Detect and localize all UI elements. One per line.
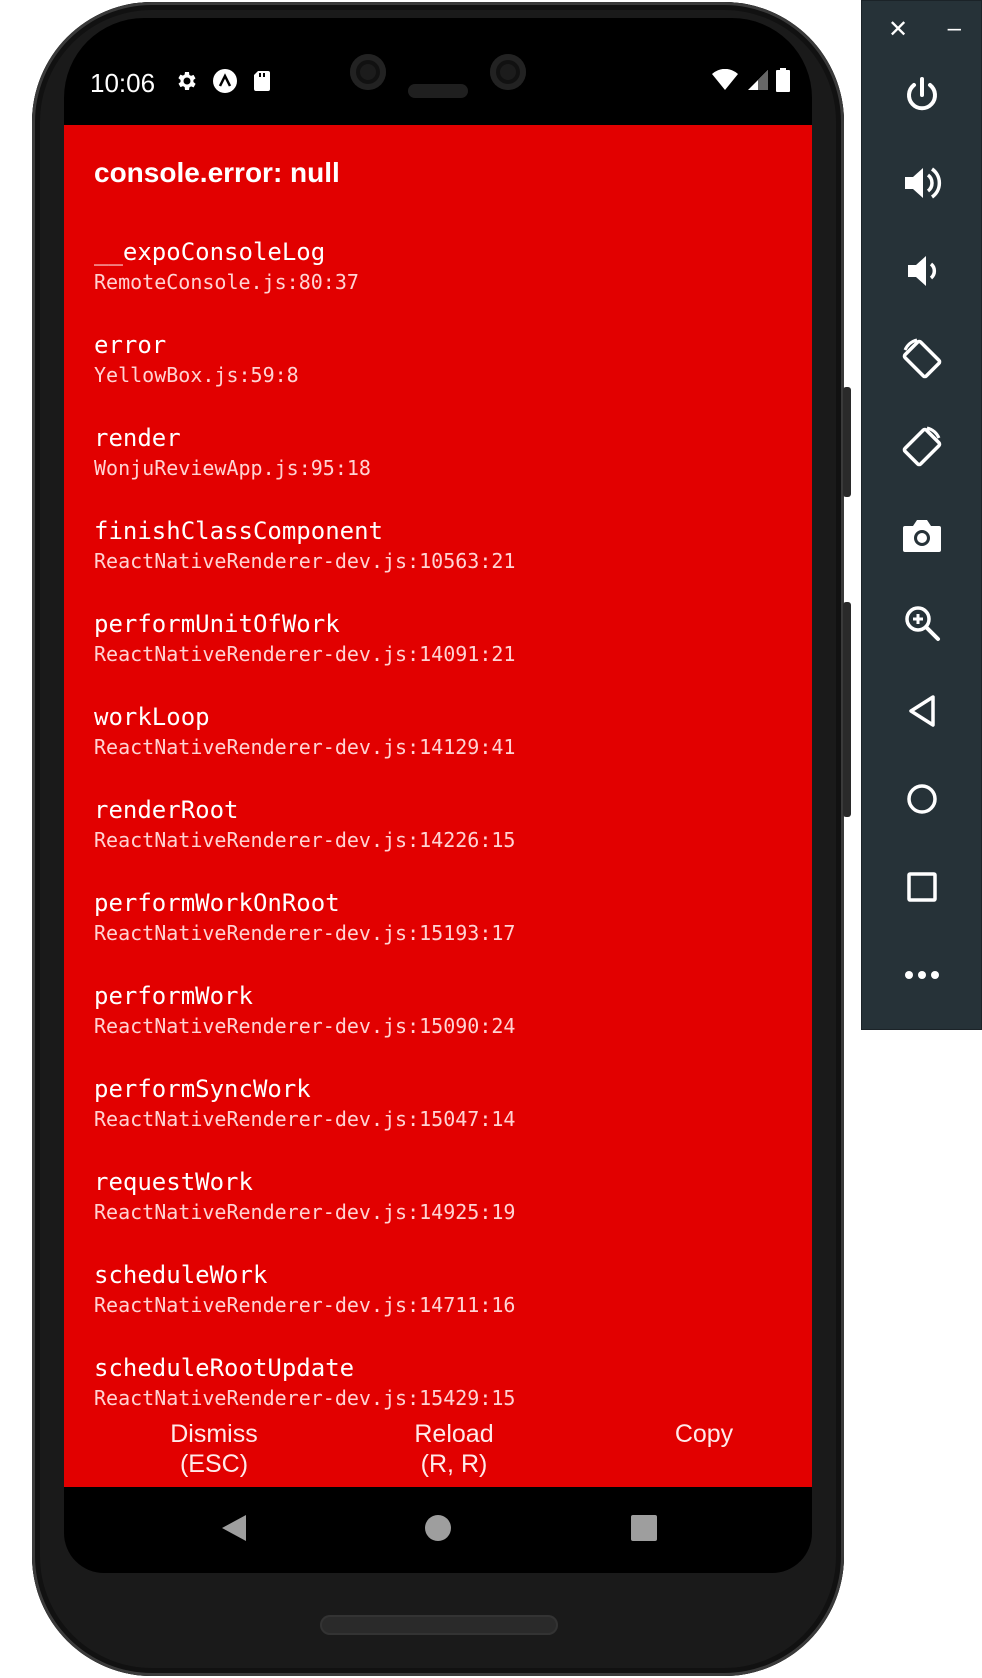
screenshot-button[interactable] xyxy=(898,513,946,561)
stack-frame[interactable]: performWork ReactNativeRenderer-dev.js:15… xyxy=(94,981,792,1074)
camera-icon xyxy=(901,516,943,559)
zoom-icon xyxy=(902,603,942,648)
back-button[interactable] xyxy=(898,689,946,737)
frame-location: WonjuReviewApp.js:95:18 xyxy=(94,456,371,480)
dismiss-label: Dismiss xyxy=(170,1420,258,1448)
dismiss-button[interactable]: Dismiss (ESC) xyxy=(144,1419,284,1479)
power-side-button xyxy=(843,387,851,497)
power-button[interactable] xyxy=(898,73,946,121)
bottom-speaker-grille xyxy=(320,1615,558,1635)
volume-up-button[interactable] xyxy=(898,161,946,209)
frame-location: ReactNativeRenderer-dev.js:15047:14 xyxy=(94,1107,516,1131)
frame-function: performSyncWork xyxy=(94,1075,311,1103)
rotate-left-icon xyxy=(899,336,945,387)
stack-frame[interactable]: performWorkOnRoot ReactNativeRenderer-dev… xyxy=(94,888,792,981)
stack-frame[interactable]: requestWork ReactNativeRenderer-dev.js:14… xyxy=(94,1167,792,1260)
stack-frame[interactable]: scheduleWork ReactNativeRenderer-dev.js:1… xyxy=(94,1260,792,1353)
frame-function: performWork xyxy=(94,982,253,1010)
stack-frame[interactable]: error YellowBox.js:59:8 xyxy=(94,330,792,423)
home-icon xyxy=(905,782,939,821)
frame-function: workLoop xyxy=(94,703,210,731)
frame-function: __expoConsoleLog xyxy=(94,238,326,266)
recents-square-icon xyxy=(630,1514,658,1547)
frame-function: requestWork xyxy=(94,1168,253,1196)
frame-location: ReactNativeRenderer-dev.js:15193:17 xyxy=(94,921,516,945)
zoom-button[interactable] xyxy=(898,601,946,649)
back-triangle-icon xyxy=(220,1513,248,1548)
reload-button[interactable]: Reload (R, R) xyxy=(394,1419,514,1479)
frame-location: ReactNativeRenderer-dev.js:15429:15 xyxy=(94,1386,516,1410)
status-time: 10:06 xyxy=(90,68,156,98)
status-bar: 10:06 xyxy=(64,30,812,125)
frame-function: performWorkOnRoot xyxy=(94,889,340,917)
sd-card-icon xyxy=(252,69,272,98)
stack-frame[interactable]: performUnitOfWork ReactNativeRenderer-dev… xyxy=(94,609,792,702)
overview-button[interactable] xyxy=(898,865,946,913)
stack-frame[interactable]: workLoop ReactNativeRenderer-dev.js:14129… xyxy=(94,702,792,795)
front-camera-right xyxy=(490,54,526,90)
error-title: console.error: null xyxy=(94,157,340,188)
earpiece-speaker xyxy=(408,84,468,98)
volume-up-icon xyxy=(901,163,943,208)
redbox-actions: Dismiss (ESC) Reload (R, R) Copy xyxy=(64,1413,812,1488)
frame-function: scheduleRootUpdate xyxy=(94,1354,355,1382)
redbox-error-screen: console.error: null __expoConsoleLog Remo… xyxy=(64,125,812,1487)
frame-location: YellowBox.js:59:8 xyxy=(94,363,299,387)
overview-icon xyxy=(905,870,939,909)
nav-home-button[interactable] xyxy=(418,1510,458,1550)
volume-side-button xyxy=(843,602,851,817)
volume-down-button[interactable] xyxy=(898,249,946,297)
rotate-right-icon xyxy=(899,424,945,475)
frame-location: ReactNativeRenderer-dev.js:14091:21 xyxy=(94,642,516,666)
frame-function: render xyxy=(94,424,181,452)
power-icon xyxy=(902,75,942,120)
back-icon xyxy=(905,693,939,734)
stack-frame[interactable]: renderRoot ReactNativeRenderer-dev.js:142… xyxy=(94,795,792,888)
stack-frame[interactable]: __expoConsoleLog RemoteConsole.js:80:37 xyxy=(94,237,792,330)
frame-function: error xyxy=(94,331,167,359)
expo-app-icon xyxy=(212,68,238,99)
rotate-right-button[interactable] xyxy=(898,425,946,473)
frame-location: ReactNativeRenderer-dev.js:14711:16 xyxy=(94,1293,516,1317)
more-button[interactable] xyxy=(898,953,946,1001)
copy-button[interactable]: Copy xyxy=(654,1419,754,1449)
home-circle-icon xyxy=(424,1514,452,1547)
frame-location: RemoteConsole.js:80:37 xyxy=(94,270,359,294)
stack-trace-list[interactable]: __expoConsoleLog RemoteConsole.js:80:37 e… xyxy=(94,237,792,1487)
volume-down-icon xyxy=(902,251,942,296)
frame-location: ReactNativeRenderer-dev.js:14925:19 xyxy=(94,1200,516,1224)
frame-function: performUnitOfWork xyxy=(94,610,340,638)
camera-notch xyxy=(306,30,570,122)
wifi-icon xyxy=(712,68,738,96)
frame-location: ReactNativeRenderer-dev.js:10563:21 xyxy=(94,549,516,573)
rotate-left-button[interactable] xyxy=(898,337,946,385)
minimize-icon[interactable]: – xyxy=(948,15,961,43)
android-nav-bar xyxy=(64,1487,812,1573)
battery-icon xyxy=(776,68,790,97)
copy-label: Copy xyxy=(674,1420,734,1448)
frame-function: finishClassComponent xyxy=(94,517,383,545)
frame-location: ReactNativeRenderer-dev.js:15090:24 xyxy=(94,1014,516,1038)
frame-location: ReactNativeRenderer-dev.js:14129:41 xyxy=(94,735,516,759)
frame-function: renderRoot xyxy=(94,796,239,824)
nav-recents-button[interactable] xyxy=(624,1510,664,1550)
close-icon[interactable]: ✕ xyxy=(888,15,908,44)
status-icons-left xyxy=(174,68,272,99)
status-icons-right xyxy=(712,68,790,97)
emulator-toolbar: ✕ – xyxy=(861,0,982,1030)
frame-location: ReactNativeRenderer-dev.js:14226:15 xyxy=(94,828,516,852)
dismiss-shortcut: (ESC) xyxy=(179,1450,249,1478)
stack-frame[interactable]: performSyncWork ReactNativeRenderer-dev.j… xyxy=(94,1074,792,1167)
cell-signal-icon xyxy=(746,69,768,96)
more-icon xyxy=(904,968,940,986)
reload-shortcut: (R, R) xyxy=(420,1450,488,1478)
frame-function: scheduleWork xyxy=(94,1261,268,1289)
nav-back-button[interactable] xyxy=(214,1510,254,1550)
reload-label: Reload xyxy=(414,1420,494,1448)
front-camera-left xyxy=(350,54,386,90)
home-button[interactable] xyxy=(898,777,946,825)
stack-frame[interactable]: render WonjuReviewApp.js:95:18 xyxy=(94,423,792,516)
stack-frame[interactable]: finishClassComponent ReactNativeRenderer-… xyxy=(94,516,792,609)
settings-gear-icon xyxy=(174,69,198,98)
